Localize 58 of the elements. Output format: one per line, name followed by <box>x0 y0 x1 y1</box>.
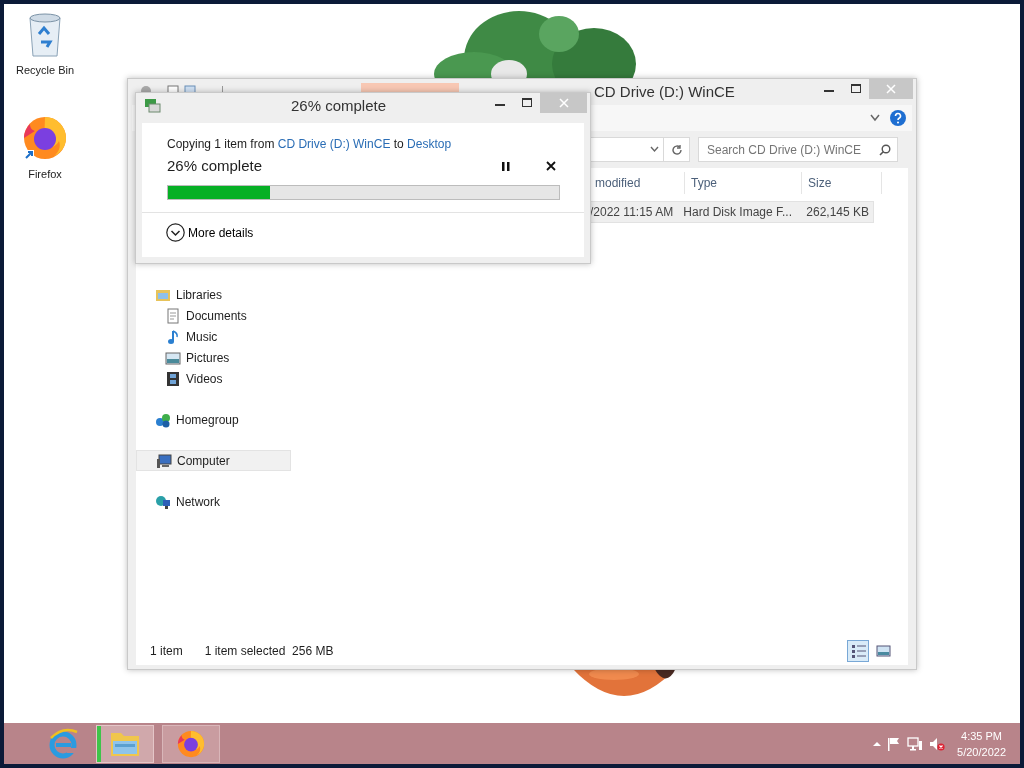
firefox-icon <box>176 728 206 759</box>
recycle-bin-icon <box>27 12 63 58</box>
nav-item[interactable]: Computer <box>136 450 291 471</box>
cancel-button[interactable] <box>546 161 556 172</box>
taskbar-button[interactable] <box>162 724 220 763</box>
film-icon <box>165 370 181 387</box>
copy-message: Copying 1 item from CD Drive (D:) WinCE to Desktop <box>167 136 452 153</box>
document-icon <box>165 307 181 324</box>
search-field[interactable]: Search CD Drive (D:) WinCE <box>698 137 898 162</box>
music-note-icon <box>165 328 181 345</box>
destination-link[interactable]: Desktop <box>407 137 452 151</box>
nav-item[interactable]: Homegroup <box>136 409 291 430</box>
search-icon <box>879 143 891 156</box>
nav-item[interactable]: Network <box>136 491 291 512</box>
desktop-icon-label[interactable]: Recycle Bin <box>15 62 75 79</box>
muted-speaker-icon[interactable] <box>929 736 946 751</box>
browser-e-icon <box>47 727 79 760</box>
dropdown-icon <box>650 146 659 153</box>
nav-item[interactable]: Documents <box>136 305 291 326</box>
network-icon[interactable] <box>907 736 924 751</box>
firefox-icon <box>21 114 69 162</box>
close-icon <box>886 84 896 94</box>
help-icon[interactable] <box>890 110 906 126</box>
maximize-icon <box>850 84 861 94</box>
window-title: CD Drive (D:) WinCE <box>594 81 735 102</box>
refresh-button[interactable] <box>663 137 690 162</box>
table-cell: Hard Disk Image F... <box>683 205 793 219</box>
close-icon <box>558 98 569 108</box>
expand-icon <box>166 223 185 242</box>
progress-text: 26% complete <box>167 156 263 176</box>
pause-icon <box>502 161 510 171</box>
selection-status: 1 item selected 256 MB <box>204 643 334 660</box>
picture-icon <box>165 349 181 366</box>
pause-button[interactable] <box>502 161 510 171</box>
table-cell: 262,145 KB <box>806 205 869 219</box>
nav-item[interactable]: Libraries <box>136 284 291 305</box>
nav-item[interactable]: Videos <box>136 368 291 389</box>
network-icon <box>155 493 171 510</box>
item-count: 1 item <box>150 643 183 660</box>
desktop-icon-label[interactable]: Firefox <box>28 166 62 183</box>
computer-icon <box>156 452 172 469</box>
nav-item[interactable]: Pictures <box>136 347 291 368</box>
show-hidden-icons-button[interactable] <box>873 740 882 747</box>
close-icon <box>546 161 556 172</box>
chevron-icon[interactable] <box>870 114 880 122</box>
refresh-icon <box>670 143 683 156</box>
dialog-title: 26% complete <box>290 95 387 116</box>
nav-item[interactable]: Music <box>136 326 291 347</box>
column-header[interactable]: Size <box>802 172 882 194</box>
column-header[interactable]: Type <box>685 172 802 194</box>
more-details-button[interactable]: More details <box>166 223 254 242</box>
details-view-button[interactable] <box>847 640 869 662</box>
flag-icon[interactable] <box>887 736 902 751</box>
homegroup-icon <box>155 411 171 428</box>
maximize-icon <box>521 98 532 108</box>
table-cell: /2022 11:15 AM <box>590 205 674 219</box>
copy-icon <box>145 99 161 113</box>
source-link[interactable]: CD Drive (D:) WinCE <box>277 137 391 151</box>
